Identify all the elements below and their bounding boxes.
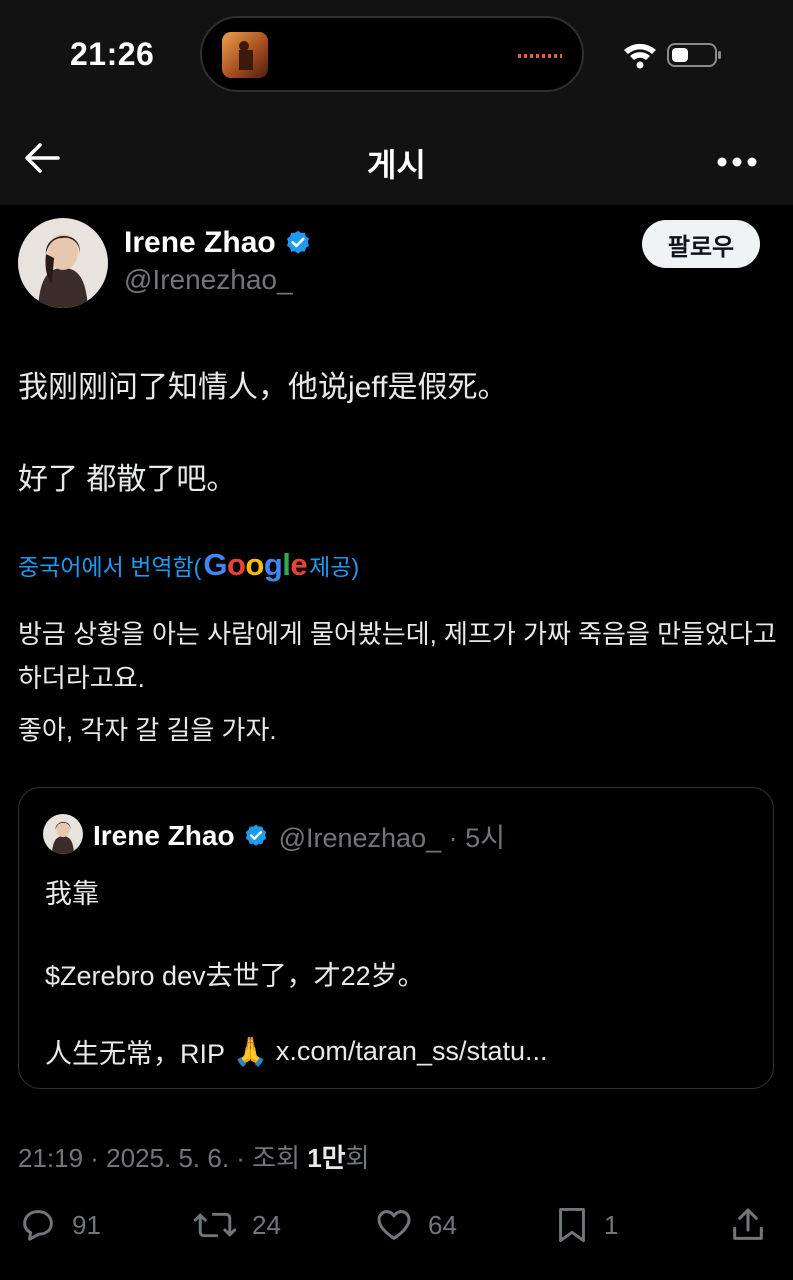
quoted-handle-time: @Irenezhao_ · 5시 xyxy=(278,823,505,853)
bookmark-icon xyxy=(559,1207,585,1243)
folded-hands-emoji: 🙏 xyxy=(233,1036,268,1067)
audio-waveform-icon xyxy=(518,54,562,58)
repost-count: 24 xyxy=(252,1209,281,1240)
post-timestamp: 21:19 · 2025. 5. 6. · 조회 xyxy=(18,1143,308,1173)
now-playing-artwork xyxy=(222,32,268,78)
translation-provider-label: 제공) xyxy=(309,554,360,580)
status-bar: 21:26 xyxy=(0,0,793,110)
page-title: 게시 xyxy=(367,147,426,183)
more-icon[interactable] xyxy=(717,154,757,167)
post-text-line: 我刚刚问了知情人，他说jeff是假死。 xyxy=(18,371,508,404)
like-icon xyxy=(377,1210,411,1240)
share-icon xyxy=(733,1208,763,1240)
translated-paragraph: 좋아, 각자 갈 길을 가자. xyxy=(18,715,277,745)
like-count: 64 xyxy=(428,1209,457,1240)
quoted-author-name: Irene Zhao xyxy=(93,819,235,851)
quoted-text-line: 我靠 xyxy=(45,879,99,909)
repost-icon xyxy=(193,1212,237,1238)
post-text-line: 好了 都散了吧。 xyxy=(18,463,237,496)
status-icons xyxy=(622,38,722,77)
quoted-author-avatar xyxy=(43,814,83,854)
post-meta: 21:19 · 2025. 5. 6. · 조회 1만회 xyxy=(18,1138,370,1175)
view-count[interactable]: 1만 xyxy=(307,1143,345,1173)
google-logo: Google xyxy=(203,547,308,582)
author-handle[interactable]: @Irenezhao_ xyxy=(124,264,293,296)
battery-icon xyxy=(667,43,721,67)
quoted-link[interactable]: x.com/taran_ss/statu... xyxy=(276,1036,548,1067)
translation-attribution[interactable]: 중국어에서 번역함( Google 제공) xyxy=(18,547,359,583)
wifi-icon xyxy=(624,43,656,69)
repost-button[interactable]: 24 xyxy=(192,1205,281,1245)
quoted-text-line: 人生无常，RIP 🙏 x.com/taran_ss/statu... xyxy=(45,1032,548,1071)
quoted-text: 人生无常，RIP xyxy=(45,1039,226,1069)
reply-icon xyxy=(23,1210,53,1241)
translated-text: 방금 상황을 아는 사람에게 물어봤는데, 제프가 가짜 죽음을 만들었다고 하… xyxy=(18,612,778,760)
translation-label: 중국어에서 번역함( xyxy=(18,554,202,580)
bookmark-button[interactable]: 1 xyxy=(554,1205,618,1245)
translated-paragraph: 방금 상황을 아는 사람에게 물어봤는데, 제프가 가짜 죽음을 만들었다고 하… xyxy=(18,619,777,693)
author-name-row[interactable]: Irene Zhao xyxy=(124,226,312,260)
reply-count: 91 xyxy=(72,1209,101,1240)
bookmark-count: 1 xyxy=(604,1209,619,1240)
view-suffix: 회 xyxy=(345,1143,370,1173)
top-nav-bar: 게시 xyxy=(0,110,793,205)
share-button[interactable] xyxy=(728,1205,768,1245)
status-time: 21:26 xyxy=(70,36,155,72)
author-avatar[interactable] xyxy=(18,218,108,308)
quoted-text-line: $Zerebro dev去世了，才22岁。 xyxy=(45,961,425,991)
author-name[interactable]: Irene Zhao xyxy=(124,226,276,260)
dynamic-island[interactable] xyxy=(200,16,584,92)
verified-badge-icon xyxy=(245,824,266,846)
follow-button[interactable]: 팔로우 xyxy=(642,220,760,268)
verified-badge-icon xyxy=(286,230,309,254)
quoted-post[interactable]: Irene Zhao @Irenezhao_ · 5시 我靠 $Zerebro … xyxy=(18,787,774,1089)
like-button[interactable]: 64 xyxy=(374,1205,457,1245)
quoted-post-header: Irene Zhao @Irenezhao_ · 5시 xyxy=(93,816,505,855)
reply-button[interactable]: 91 xyxy=(18,1205,101,1245)
